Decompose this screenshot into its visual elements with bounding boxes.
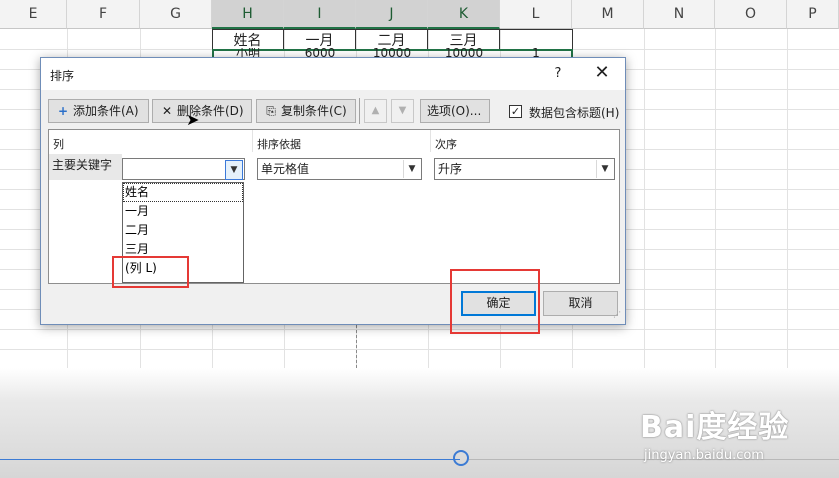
copy-icon: ⎘ <box>266 104 276 118</box>
timeline-progress[interactable] <box>0 459 460 460</box>
column-header-p[interactable]: P <box>787 0 839 29</box>
options-button[interactable]: 选项(O)... <box>420 99 490 123</box>
timeline-knob[interactable] <box>453 450 469 466</box>
sort-on-value: 单元格值 <box>261 162 310 176</box>
column-header-n[interactable]: N <box>644 0 715 29</box>
column-header-label: 列 <box>53 138 64 151</box>
dropdown-option[interactable]: 二月 <box>123 221 243 240</box>
sort-on-combo[interactable]: 单元格值 ▼ <box>257 158 422 180</box>
table-header-cell[interactable]: 二月 <box>356 30 428 50</box>
help-button[interactable]: ? <box>548 63 568 85</box>
order-header-label: 次序 <box>435 138 457 151</box>
column-header-i[interactable]: I <box>284 0 356 29</box>
primary-key-combo[interactable]: ▼ <box>122 158 245 180</box>
highlight-ok-button <box>450 269 540 334</box>
baidu-jingyan-logo: Bai度经验 <box>640 410 790 445</box>
chevron-down-icon[interactable]: ▼ <box>403 160 420 178</box>
order-combo[interactable]: 升序 ▼ <box>434 158 615 180</box>
dialog-title: 排序 <box>50 69 75 83</box>
column-header-g[interactable]: G <box>140 0 212 29</box>
move-up-icon[interactable]: ▲ <box>364 99 387 123</box>
dropdown-option[interactable]: 一月 <box>123 202 243 221</box>
column-header-f[interactable]: F <box>67 0 140 29</box>
chevron-down-icon[interactable]: ▼ <box>225 160 243 180</box>
baidu-watermark: Bai度经验 jingyan.baidu.com <box>640 402 830 464</box>
move-down-icon[interactable]: ▼ <box>391 99 414 123</box>
column-header-j[interactable]: J <box>356 0 428 29</box>
column-header-h[interactable]: H <box>212 0 284 29</box>
add-condition-button[interactable]: + 添加条件(A) <box>48 99 149 123</box>
has-headers-label[interactable]: 数据包含标题(H) <box>529 104 619 121</box>
close-button[interactable]: ✕ <box>591 62 613 84</box>
table-header-cell[interactable]: 三月 <box>428 30 500 50</box>
highlight-column-l-option <box>112 256 189 288</box>
cancel-button[interactable]: 取消 <box>543 291 618 316</box>
column-header-o[interactable]: O <box>715 0 787 29</box>
mouse-cursor-icon: ➤ <box>186 110 200 129</box>
add-condition-icon: + <box>57 104 69 118</box>
delete-x-icon: ✕ <box>161 104 173 118</box>
add-condition-label: 添加条件(A) <box>73 104 139 118</box>
table-header-cell[interactable]: 一月 <box>284 30 356 50</box>
copy-condition-button[interactable]: ⎘ 复制条件(C) <box>256 99 356 123</box>
column-header-l[interactable]: L <box>500 0 572 29</box>
dropdown-option[interactable]: 姓名 <box>123 183 243 202</box>
table-header-cell[interactable]: 姓名 <box>212 30 284 50</box>
column-header-k[interactable]: K <box>428 0 500 29</box>
order-value: 升序 <box>438 162 463 176</box>
toolbar-divider <box>359 98 360 124</box>
delete-condition-button[interactable]: ✕ 删除条件(D) <box>152 99 252 123</box>
column-header-e[interactable]: E <box>0 0 67 29</box>
watermark-url: jingyan.baidu.com <box>644 448 764 463</box>
column-header-m[interactable]: M <box>572 0 644 29</box>
dialog-titlebar[interactable]: 排序 ? ✕ <box>41 58 625 90</box>
primary-key-label: 主要关键字 <box>49 154 122 180</box>
has-headers-checkbox[interactable]: ✓ <box>509 105 522 118</box>
resize-grip-icon[interactable]: ⋰ <box>613 311 623 322</box>
sort-on-header-label: 排序依据 <box>257 138 301 151</box>
chevron-down-icon[interactable]: ▼ <box>596 160 613 178</box>
copy-condition-label: 复制条件(C) <box>281 104 347 118</box>
